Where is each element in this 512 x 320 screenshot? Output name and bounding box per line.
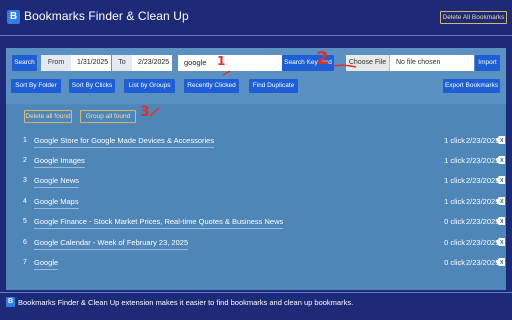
- main-panel: Search From 1/31/2025 To 2/23/2025 googl…: [6, 48, 506, 290]
- app-footer: B Bookmarks Finder & Clean Up extension …: [0, 292, 512, 320]
- toolbar: Search From 1/31/2025 To 2/23/2025 googl…: [6, 48, 506, 104]
- from-label: From: [41, 55, 71, 71]
- bookmark-date: 2/23/2025: [466, 258, 500, 267]
- click-count: 1 click: [444, 176, 465, 185]
- list-item: 6 Google Calendar - Week of February 23,…: [6, 234, 506, 252]
- header-divider: [0, 35, 512, 36]
- annotation-3-mark: [149, 107, 160, 117]
- list-item: 3 Google News 1 click 2/23/2025: [6, 172, 506, 190]
- search-input[interactable]: google: [178, 55, 282, 71]
- delete-bookmark-icon[interactable]: [496, 176, 505, 184]
- list-item: 2 Google Images 1 click 2/23/2025: [6, 152, 506, 170]
- file-status: No file chosen: [390, 55, 474, 71]
- bookmark-link[interactable]: Google Images: [34, 156, 85, 168]
- click-count: 0 click: [444, 238, 465, 247]
- delete-bookmark-icon[interactable]: [496, 136, 505, 144]
- bookmark-link[interactable]: Google News: [34, 176, 80, 188]
- annotation-1: 1: [217, 54, 226, 68]
- export-bookmarks-button[interactable]: Export Bookmarks: [443, 79, 500, 93]
- bookmark-link[interactable]: Google: [34, 258, 59, 270]
- annotation-2-mark: [332, 64, 357, 68]
- bookmark-link[interactable]: Google Finance - Stock Market Prices, Re…: [34, 217, 284, 229]
- row-index: 7: [23, 259, 27, 266]
- click-count: 1 click: [444, 197, 465, 206]
- sort-by-folder-button[interactable]: Sort By Folder: [11, 79, 61, 93]
- row-index: 6: [23, 239, 27, 246]
- click-count: 0 click: [444, 258, 465, 267]
- row-index: 2: [23, 157, 27, 164]
- delete-bookmark-icon[interactable]: [496, 156, 505, 164]
- delete-bookmark-icon[interactable]: [496, 238, 505, 246]
- bookmark-date: 2/23/2025: [466, 197, 500, 206]
- list-item: 7 Google 0 click 2/23/2025: [6, 254, 506, 272]
- delete-bookmark-icon[interactable]: [496, 217, 505, 225]
- bookmark-date: 2/23/2025: [466, 176, 500, 185]
- row-index: 4: [23, 198, 27, 205]
- bookmark-link[interactable]: Google Maps: [34, 197, 79, 209]
- annotation-2: 2: [316, 48, 329, 69]
- app-logo-icon: B: [7, 10, 20, 24]
- delete-all-bookmarks-button[interactable]: Delete All Bookmarks: [440, 11, 507, 24]
- app-title: Bookmarks Finder & Clean Up: [24, 9, 189, 23]
- list-item: 1 Google Store for Google Made Devices &…: [6, 132, 506, 150]
- bookmark-link[interactable]: Google Store for Google Made Devices & A…: [34, 136, 215, 148]
- bookmark-link[interactable]: Google Calendar - Week of February 23, 2…: [34, 238, 189, 250]
- row-index: 3: [23, 177, 27, 184]
- recently-clicked-button[interactable]: Recently Clicked: [184, 79, 239, 93]
- import-button[interactable]: Import: [475, 55, 500, 71]
- search-date-button[interactable]: Search: [12, 55, 37, 71]
- click-count: 0 click: [444, 217, 465, 226]
- bookmark-date: 2/23/2025: [466, 156, 500, 165]
- delete-all-found-button[interactable]: Delete all found: [24, 110, 72, 123]
- row-index: 1: [23, 137, 27, 144]
- app-header: B Bookmarks Finder & Clean Up Delete All…: [0, 0, 512, 38]
- delete-bookmark-icon[interactable]: [496, 197, 505, 205]
- delete-bookmark-icon[interactable]: [496, 258, 505, 266]
- bookmark-date: 2/23/2025: [466, 217, 500, 226]
- footer-logo-icon: B: [6, 297, 15, 307]
- footer-divider: [0, 292, 512, 293]
- row-index: 5: [23, 218, 27, 225]
- to-date-input[interactable]: 2/23/2025: [132, 55, 172, 71]
- group-all-found-button[interactable]: Group all found: [80, 110, 136, 123]
- footer-description: Bookmarks Finder & Clean Up extension ma…: [18, 298, 354, 307]
- to-label: To: [112, 55, 132, 71]
- sort-by-clicks-button[interactable]: Sort By Clicks: [69, 79, 115, 93]
- list-by-groups-button[interactable]: List by Groups: [124, 79, 175, 93]
- click-count: 1 click: [444, 156, 465, 165]
- click-count: 1 click: [444, 136, 465, 145]
- list-item: 5 Google Finance - Stock Market Prices, …: [6, 213, 506, 231]
- list-item: 4 Google Maps 1 click 2/23/2025: [6, 193, 506, 211]
- from-date-input[interactable]: 1/31/2025: [71, 55, 111, 71]
- bookmark-date: 2/23/2025: [466, 238, 500, 247]
- find-duplicate-button[interactable]: Find Duplicate: [249, 79, 298, 93]
- annotation-1-mark: [222, 70, 231, 76]
- bookmark-date: 2/23/2025: [466, 136, 500, 145]
